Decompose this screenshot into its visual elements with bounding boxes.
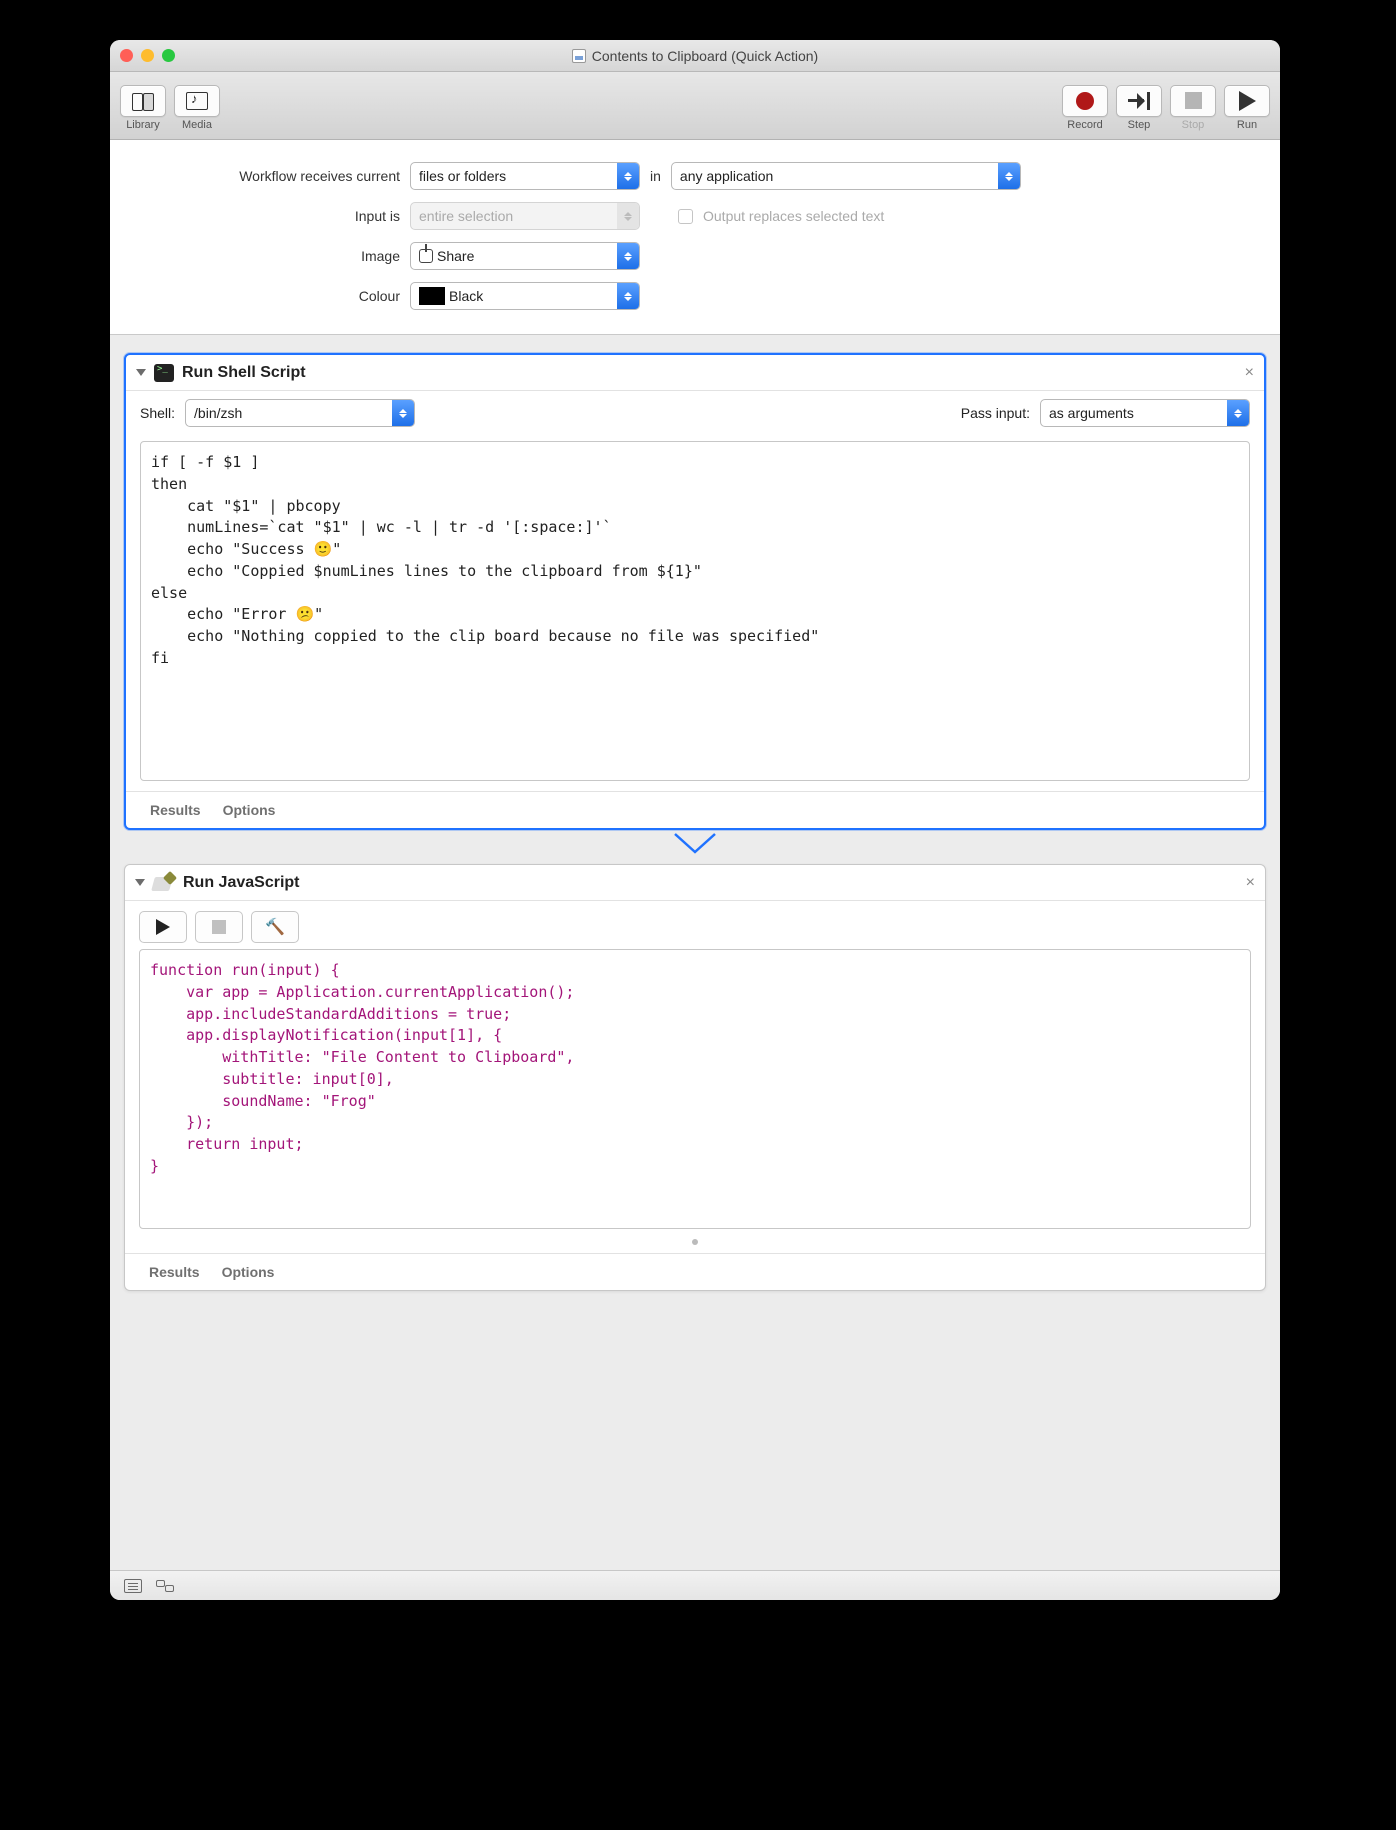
application-select[interactable]: any application [671,162,1021,190]
document-icon [572,49,586,63]
receives-value: files or folders [419,168,506,184]
remove-action-button[interactable]: × [1245,364,1254,382]
compile-script-button[interactable]: 🔨 [251,911,299,943]
colour-select[interactable]: Black [410,282,640,310]
results-tab[interactable]: Results [150,802,201,818]
results-tab[interactable]: Results [149,1264,200,1280]
chevron-updown-icon [392,400,414,426]
close-window-button[interactable] [120,49,133,62]
pass-input-select[interactable]: as arguments [1040,399,1250,427]
image-select[interactable]: Share [410,242,640,270]
minimize-window-button[interactable] [141,49,154,62]
media-label: Media [182,119,212,131]
workflow-config: Workflow receives current files or folde… [110,140,1280,335]
pass-input-label: Pass input: [961,405,1030,421]
output-replaces-label: Output replaces selected text [703,208,884,224]
chevron-updown-icon [998,163,1020,189]
image-label: Image [140,248,400,264]
chevron-updown-icon [617,243,639,269]
share-icon [419,249,433,263]
window-title-text: Contents to Clipboard (Quick Action) [592,48,818,64]
titlebar: Contents to Clipboard (Quick Action) [110,40,1280,72]
output-replaces-checkbox [678,209,693,224]
receives-select[interactable]: files or folders [410,162,640,190]
step-label: Step [1128,119,1151,131]
options-tab[interactable]: Options [222,1264,275,1280]
log-view-button[interactable] [124,1579,142,1593]
automator-window: Contents to Clipboard (Quick Action) Lib… [110,40,1280,1600]
action-header[interactable]: Run Shell Script × [126,355,1264,391]
javascript-textarea[interactable]: function run(input) { var app = Applicat… [139,949,1251,1229]
status-bar [110,1570,1280,1600]
stop-label: Stop [1182,119,1205,131]
input-is-select: entire selection [410,202,640,230]
action-header[interactable]: Run JavaScript × [125,865,1265,901]
play-icon [156,919,170,935]
remove-action-button[interactable]: × [1246,874,1255,892]
record-icon [1076,92,1094,110]
in-label: in [650,168,661,184]
variables-view-button[interactable] [156,1580,174,1592]
colour-value: Black [449,288,483,304]
application-value: any application [680,168,773,184]
workflow-canvas[interactable]: Run Shell Script × Shell: /bin/zsh Pass … [110,335,1280,1570]
action-title: Run JavaScript [183,874,299,892]
pass-input-value: as arguments [1049,405,1134,421]
stop-icon [1185,92,1202,109]
colour-label: Colour [140,288,400,304]
run-label: Run [1237,119,1257,131]
toolbar: Library Media Record Step Stop Run [110,72,1280,140]
colour-swatch-icon [419,287,445,305]
step-button[interactable] [1116,85,1162,117]
terminal-icon [154,364,174,382]
record-button[interactable] [1062,85,1108,117]
media-icon [186,92,208,110]
options-tab[interactable]: Options [223,802,276,818]
script-editor-icon [153,873,175,893]
run-button[interactable] [1224,85,1270,117]
shell-value: /bin/zsh [194,405,242,421]
action-title: Run Shell Script [182,364,306,382]
run-script-button[interactable] [139,911,187,943]
shell-select[interactable]: /bin/zsh [185,399,415,427]
library-icon [132,93,154,109]
disclosure-triangle-icon[interactable] [135,879,145,886]
window-title: Contents to Clipboard (Quick Action) [110,48,1280,64]
input-is-label: Input is [140,208,400,224]
step-icon [1128,92,1150,110]
library-label: Library [126,119,160,131]
stop-icon [212,920,226,934]
chevron-updown-icon [617,163,639,189]
shell-label: Shell: [140,405,175,421]
record-label: Record [1067,119,1102,131]
action-run-javascript[interactable]: Run JavaScript × 🔨 function run(input) {… [124,864,1266,1291]
disclosure-triangle-icon[interactable] [136,369,146,376]
run-icon [1239,91,1256,111]
resize-handle[interactable] [692,1239,698,1245]
chevron-updown-icon [1227,400,1249,426]
chevron-updown-icon [617,203,639,229]
workflow-connector [124,834,1266,856]
media-button[interactable] [174,85,220,117]
zoom-window-button[interactable] [162,49,175,62]
image-value: Share [437,248,474,264]
window-controls [120,49,175,62]
stop-button[interactable] [1170,85,1216,117]
library-button[interactable] [120,85,166,117]
chevron-updown-icon [617,283,639,309]
shell-script-textarea[interactable]: if [ -f $1 ] then cat "$1" | pbcopy numL… [140,441,1250,781]
receives-label: Workflow receives current [140,168,400,184]
input-is-value: entire selection [419,208,513,224]
hammer-icon: 🔨 [265,917,285,937]
action-run-shell-script[interactable]: Run Shell Script × Shell: /bin/zsh Pass … [124,353,1266,830]
stop-script-button[interactable] [195,911,243,943]
